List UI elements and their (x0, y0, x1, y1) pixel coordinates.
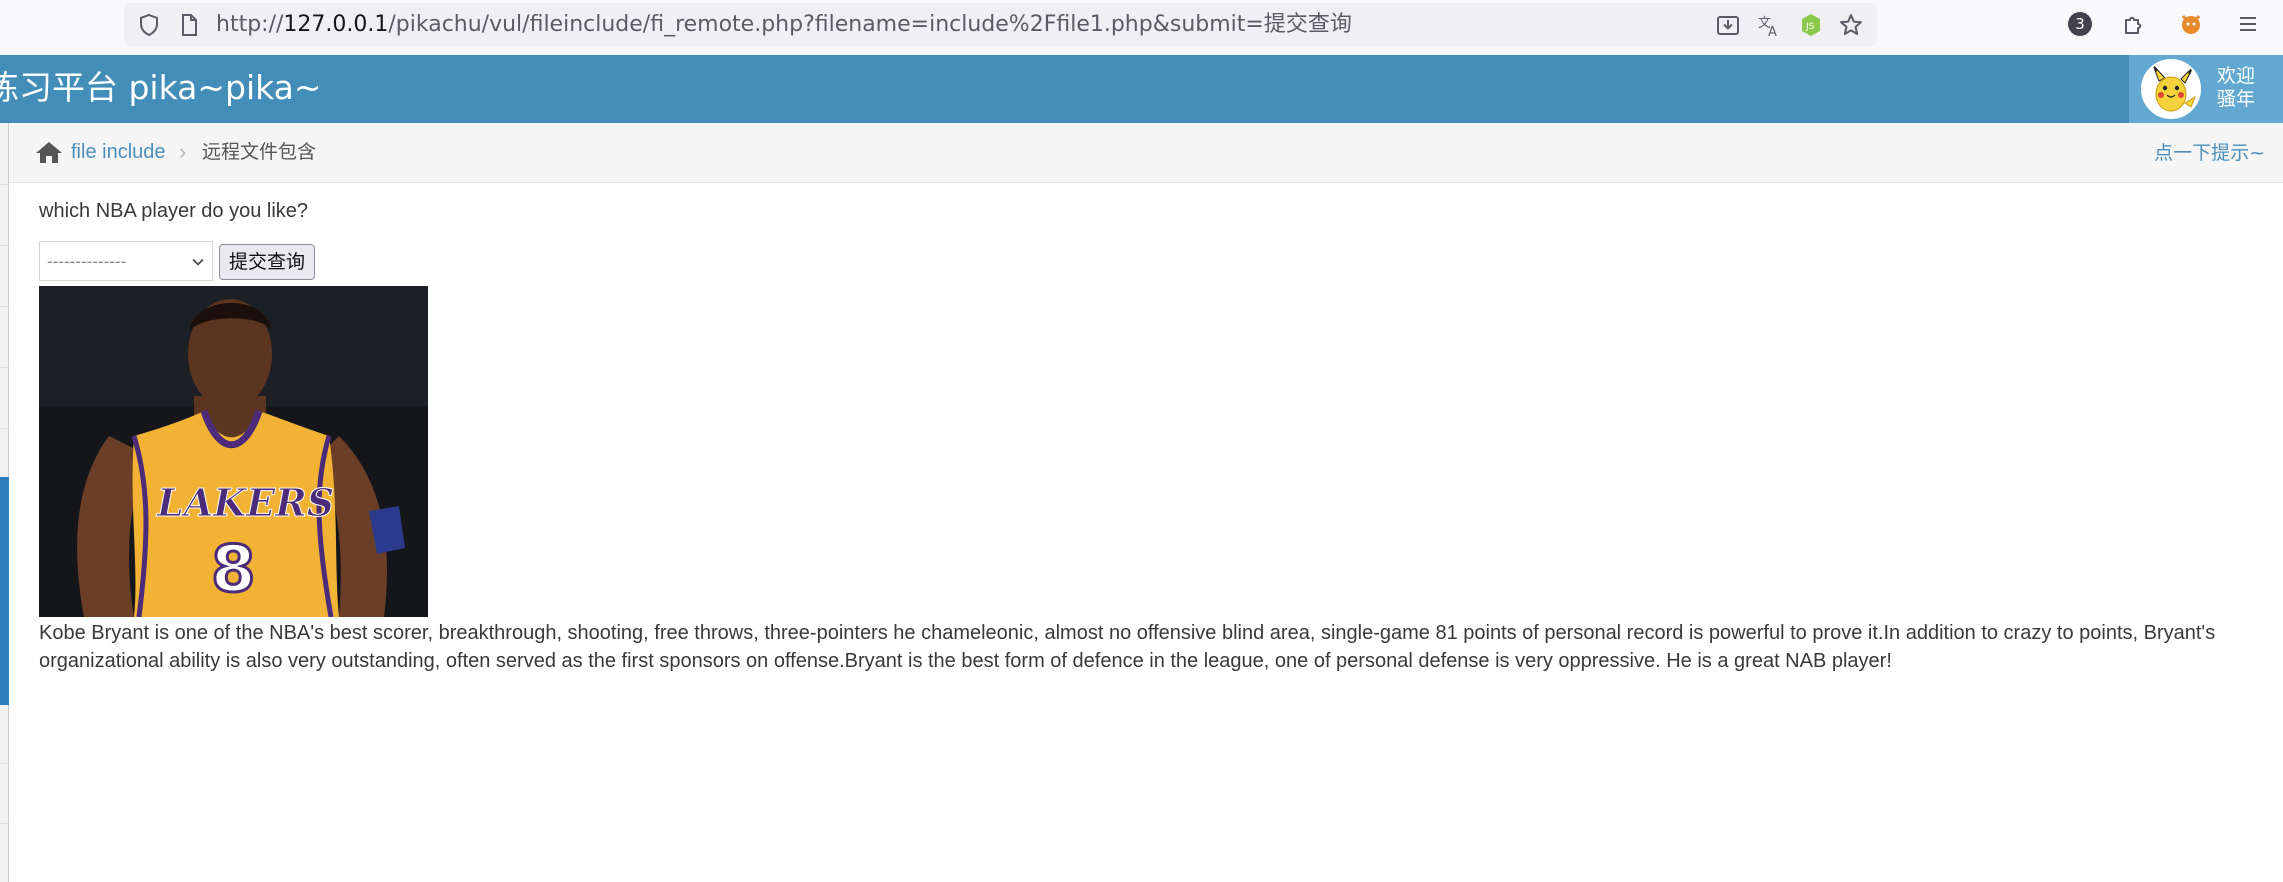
breadcrumb-link-file-include[interactable]: file include (71, 139, 166, 165)
question-label: which NBA player do you like? (39, 200, 309, 222)
url-prefix: http:// (216, 12, 284, 37)
address-bar[interactable]: http://127.0.0.1/pikachu/vul/fileinclude… (124, 3, 1877, 46)
svg-text:JS: JS (1805, 22, 1815, 32)
breadcrumb: file include › 远程文件包含 点一下提示~ (9, 123, 2283, 183)
extensions-puzzle-icon[interactable] (2121, 11, 2147, 37)
user-menu[interactable]: 欢迎 骚年 (2129, 55, 2283, 123)
fox-extension-icon[interactable] (2178, 11, 2204, 37)
url-host: 127.0.0.1 (283, 12, 389, 37)
welcome-line-2: 骚年 (2217, 88, 2256, 110)
player-select[interactable]: -------------- (39, 241, 213, 281)
sidebar-divider (0, 306, 9, 307)
svg-text:A: A (1768, 25, 1777, 38)
save-to-device-icon[interactable] (1715, 12, 1741, 38)
sidebar[interactable] (0, 123, 9, 882)
nodejs-extension-icon[interactable]: JS (1798, 12, 1824, 38)
page-icon[interactable] (176, 12, 202, 38)
shield-icon[interactable] (136, 12, 162, 38)
welcome-line-1: 欢迎 (2217, 65, 2256, 87)
submit-button[interactable]: 提交查询 (219, 244, 315, 280)
breadcrumb-separator-icon: › (179, 139, 187, 164)
avatar (2141, 59, 2201, 119)
player-description: Kobe Bryant is one of the NBA's best sco… (39, 622, 2216, 672)
sidebar-divider (0, 184, 9, 185)
extension-badge[interactable]: 3 (2068, 12, 2092, 36)
bookmark-star-icon[interactable] (1838, 12, 1864, 38)
jersey-number: 8 (211, 533, 256, 607)
url-path: /pikachu/vul/fileinclude/fi_remote.php?f… (388, 12, 1352, 37)
player-photo: LAKERS 8 (39, 286, 428, 617)
translate-icon[interactable]: 文 A (1756, 12, 1782, 38)
menu-icon[interactable] (2235, 11, 2261, 37)
breadcrumb-current: 远程文件包含 (202, 141, 317, 163)
sidebar-divider (0, 428, 9, 429)
sidebar-divider (0, 823, 9, 824)
sidebar-active-item[interactable] (0, 477, 9, 705)
hint-link[interactable]: 点一下提示~ (2154, 140, 2265, 166)
pikachu-avatar-icon (2152, 64, 2197, 112)
player-photo-image: LAKERS 8 (39, 286, 428, 617)
sidebar-divider (0, 367, 9, 368)
chevron-down-icon (192, 258, 204, 266)
sidebar-divider (0, 245, 9, 246)
home-icon[interactable] (35, 140, 63, 164)
sidebar-divider (0, 763, 9, 764)
jersey-text: LAKERS (156, 480, 334, 525)
site-header: 练习平台 pika~pika~ 欢迎 骚年 (0, 55, 2283, 123)
browser-toolbar: http://127.0.0.1/pikachu/vul/fileinclude… (0, 0, 2283, 55)
player-select-value: -------------- (47, 252, 127, 271)
welcome-text: 欢迎 骚年 (2217, 65, 2255, 111)
site-title[interactable]: 练习平台 pika~pika~ (0, 67, 322, 109)
url-text[interactable]: http://127.0.0.1/pikachu/vul/fileinclude… (216, 12, 1352, 38)
